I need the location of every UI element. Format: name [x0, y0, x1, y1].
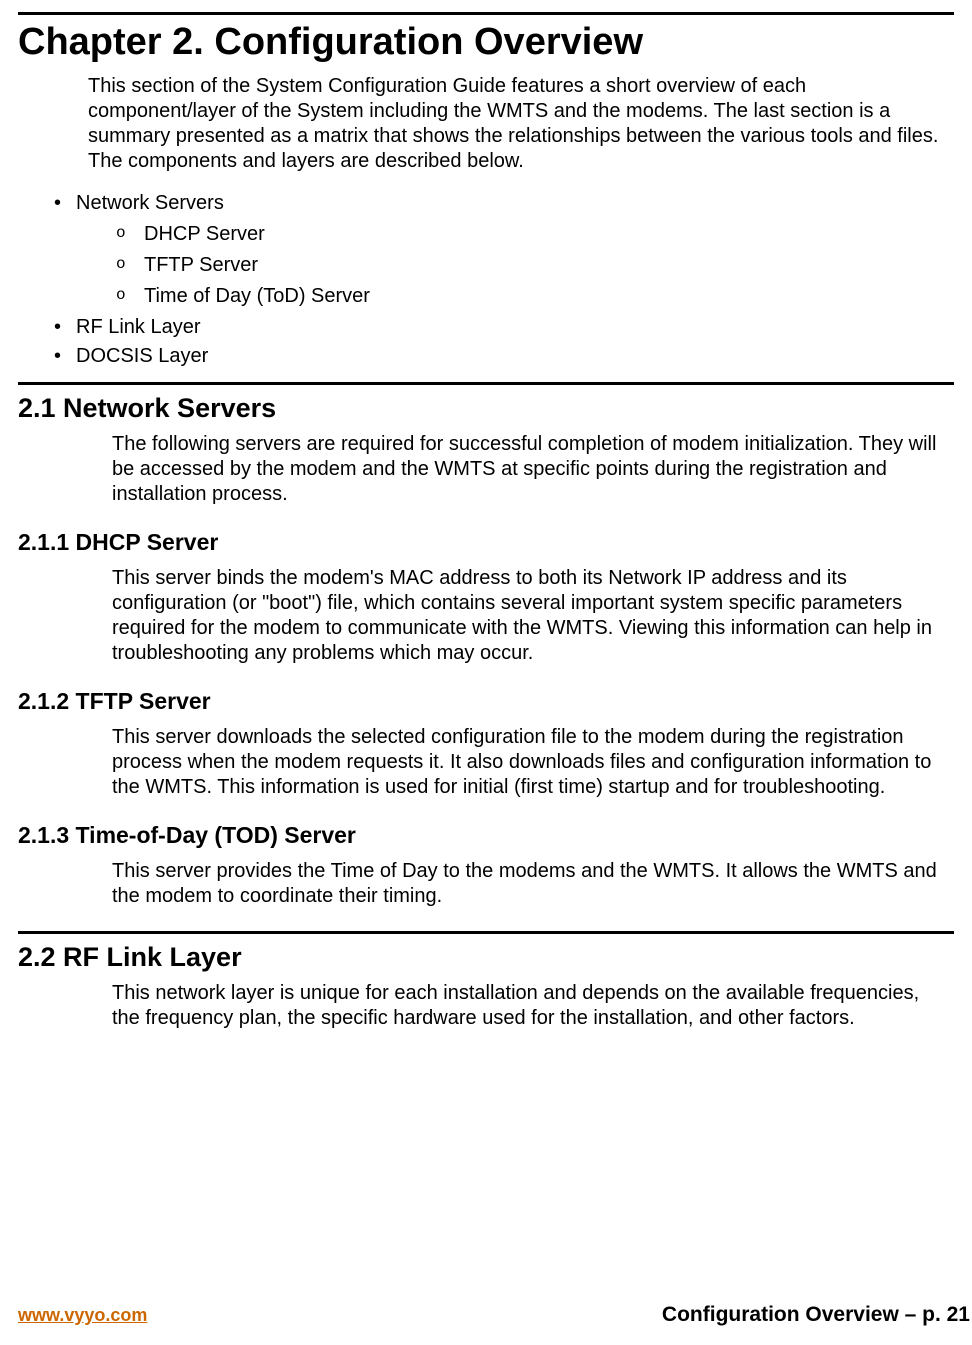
- heading-2-1-1: 2.1.1 DHCP Server: [18, 529, 954, 556]
- footer-page-label: Configuration Overview – p. 21: [662, 1303, 972, 1327]
- footer-url[interactable]: www.vyyo.com: [18, 1305, 147, 1326]
- chapter-top-rule: [18, 12, 954, 15]
- subbullet-tod: Time of Day (ToD) Server: [116, 285, 954, 308]
- page-footer: www.vyyo.com Configuration Overview – p.…: [18, 1303, 972, 1327]
- section-rule-2-1: [18, 382, 954, 385]
- body-2-1-1: This server binds the modem's MAC addres…: [112, 566, 952, 666]
- heading-2-1-3: 2.1.3 Time-of-Day (TOD) Server: [18, 822, 954, 849]
- body-2-1-3: This server provides the Time of Day to …: [112, 859, 952, 909]
- page-body: Chapter 2. Configuration Overview This s…: [0, 12, 972, 1031]
- body-2-1-2: This server downloads the selected confi…: [112, 725, 952, 800]
- body-2-2: This network layer is unique for each in…: [112, 981, 952, 1031]
- subbullet-dhcp: DHCP Server: [116, 223, 954, 246]
- subbullet-tftp: TFTP Server: [116, 254, 954, 277]
- bullet-rf-link: RF Link Layer: [54, 316, 954, 339]
- bullet-network-servers: Network Servers DHCP Server TFTP Server …: [54, 192, 954, 308]
- chapter-title: Chapter 2. Configuration Overview: [18, 21, 954, 64]
- bullet-docsis: DOCSIS Layer: [54, 345, 954, 368]
- network-servers-sublist: DHCP Server TFTP Server Time of Day (ToD…: [116, 223, 954, 308]
- heading-2-2: 2.2 RF Link Layer: [18, 942, 954, 973]
- heading-2-1-2: 2.1.2 TFTP Server: [18, 688, 954, 715]
- chapter-intro: This section of the System Configuration…: [88, 74, 954, 174]
- overview-bullet-list: Network Servers DHCP Server TFTP Server …: [54, 192, 954, 368]
- bullet-label: Network Servers: [76, 192, 224, 214]
- body-2-1: The following servers are required for s…: [112, 432, 952, 507]
- section-rule-2-2: [18, 931, 954, 934]
- heading-2-1: 2.1 Network Servers: [18, 393, 954, 424]
